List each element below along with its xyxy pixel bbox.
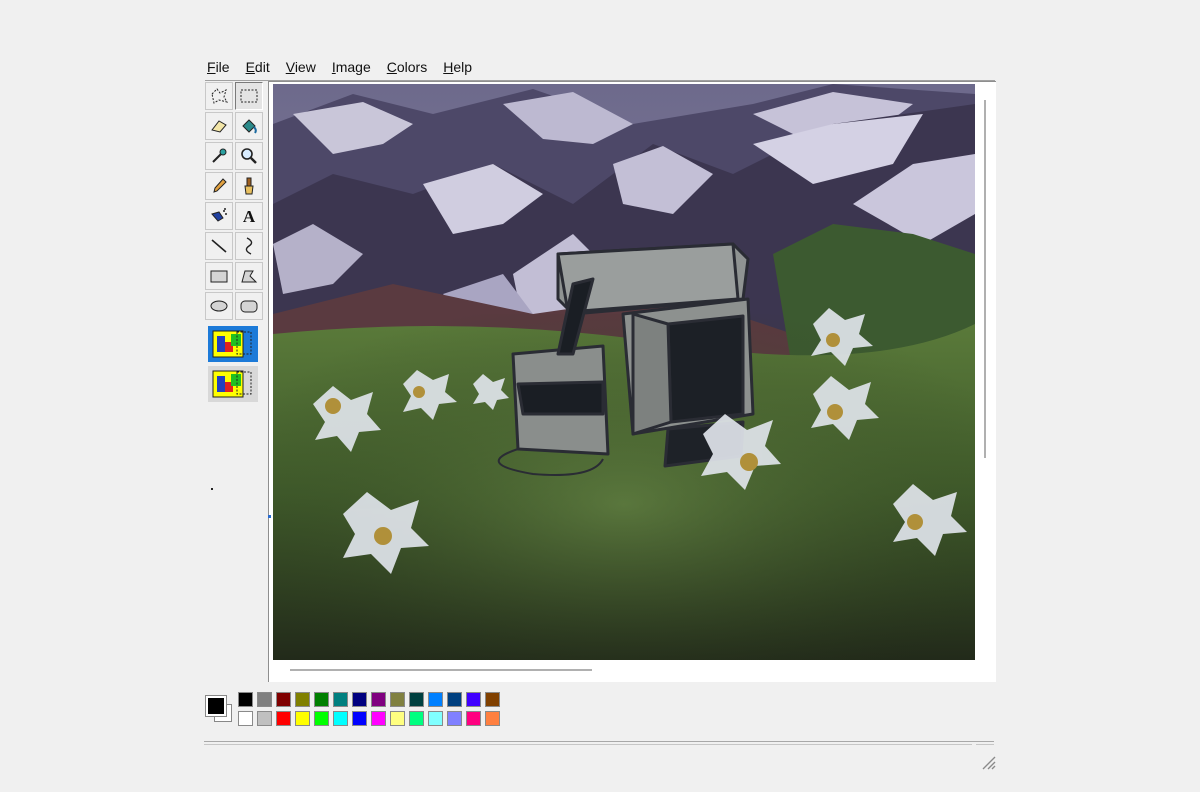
menu-colors[interactable]: Colors [387,58,427,78]
rectangle-tool[interactable] [205,262,233,290]
menu-accelerator: V [285,59,295,75]
color-picker-tool[interactable] [205,142,233,170]
polygon-icon [241,270,258,283]
eraser-tool[interactable] [205,112,233,140]
text-tool[interactable]: A [235,202,263,230]
current-colors[interactable] [204,690,236,726]
resize-handle[interactable] [268,515,271,518]
magnifier-tool[interactable] [235,142,263,170]
palette-swatch[interactable] [390,711,405,726]
selection-mode-icon [212,330,252,358]
palette-swatch[interactable] [276,692,291,707]
palette-swatch[interactable] [428,711,443,726]
line-icon [211,239,227,253]
menu-edit[interactable]: Edit [246,58,270,78]
pencil-icon [213,178,227,193]
selection-mode-icon [212,370,252,398]
stray-dot [211,488,213,490]
rounded-rect-icon [240,300,258,313]
palette-swatch[interactable] [447,692,462,707]
palette-swatch[interactable] [352,692,367,707]
pencil-tool[interactable] [205,172,233,200]
ellipse-icon [210,300,228,312]
menu-bar: File Edit View Image Colors Help [207,58,488,78]
palette-swatch[interactable] [314,711,329,726]
menu-accelerator: F [207,59,216,75]
palette-swatch[interactable] [238,711,253,726]
color-picker-icon [212,148,227,163]
palette-swatch[interactable] [352,711,367,726]
airbrush-tool[interactable] [205,202,233,230]
airbrush-icon [211,208,227,222]
palette-swatch[interactable] [333,711,348,726]
palette-swatch[interactable] [466,711,481,726]
vertical-scrollbar[interactable] [984,100,986,458]
eraser-icon [211,120,227,133]
palette-swatch[interactable] [371,692,386,707]
curve-tool[interactable] [235,232,263,260]
foreground-color-swatch[interactable] [205,695,227,717]
palette-swatch[interactable] [295,711,310,726]
text-icon: A [243,207,256,226]
transparent-selection-option[interactable] [208,366,258,402]
status-bar [204,744,972,745]
menu-view[interactable]: View [286,58,316,78]
menu-help[interactable]: Help [443,58,472,78]
palette-swatch[interactable] [314,692,329,707]
svg-text:A: A [243,207,256,226]
resize-grip-icon[interactable] [980,754,996,770]
menu-label: olors [396,59,428,75]
rect-select-tool[interactable] [235,82,263,110]
curve-icon [245,237,253,255]
palette-swatch[interactable] [466,692,481,707]
painting-image [273,84,975,660]
line-tool[interactable] [205,232,233,260]
menu-file[interactable]: File [207,58,230,78]
rect-select-icon [240,89,258,103]
free-form-select-tool[interactable] [205,82,233,110]
drawing-canvas[interactable] [273,84,975,660]
palette-swatch[interactable] [333,692,348,707]
palette-swatch[interactable] [257,692,272,707]
status-bar-segment [976,744,994,745]
palette-swatch[interactable] [428,692,443,707]
brush-tool[interactable] [235,172,263,200]
palette-swatch[interactable] [295,692,310,707]
palette-swatch[interactable] [238,692,253,707]
ellipse-tool[interactable] [205,292,233,320]
menu-accelerator: E [245,59,255,75]
menu-image[interactable]: Image [332,58,371,78]
palette-swatch[interactable] [409,711,424,726]
polygon-tool[interactable] [235,262,263,290]
free-form-select-icon [211,88,229,104]
menu-label: elp [453,59,473,75]
menu-label: mage [335,59,371,75]
fill-bucket-icon [242,119,257,134]
menu-label: iew [294,59,316,75]
status-bar-divider [204,741,994,742]
palette-swatch[interactable] [257,711,272,726]
brush-icon [244,177,254,195]
opaque-selection-option[interactable] [208,326,258,362]
palette-swatch[interactable] [276,711,291,726]
palette-swatch[interactable] [371,711,386,726]
palette-swatch[interactable] [447,711,462,726]
fill-bucket-tool[interactable] [235,112,263,140]
menu-accelerator: C [386,59,397,75]
palette-swatch[interactable] [409,692,424,707]
palette-swatch[interactable] [485,711,500,726]
rounded-rect-tool[interactable] [235,292,263,320]
palette-swatch[interactable] [485,692,500,707]
menu-accelerator: H [443,59,454,75]
palette-swatch[interactable] [390,692,405,707]
rectangle-icon [210,270,228,283]
menu-label: ile [215,59,230,75]
menu-label: dit [254,59,270,75]
magnifier-icon [241,148,257,164]
horizontal-scrollbar[interactable] [290,669,592,671]
